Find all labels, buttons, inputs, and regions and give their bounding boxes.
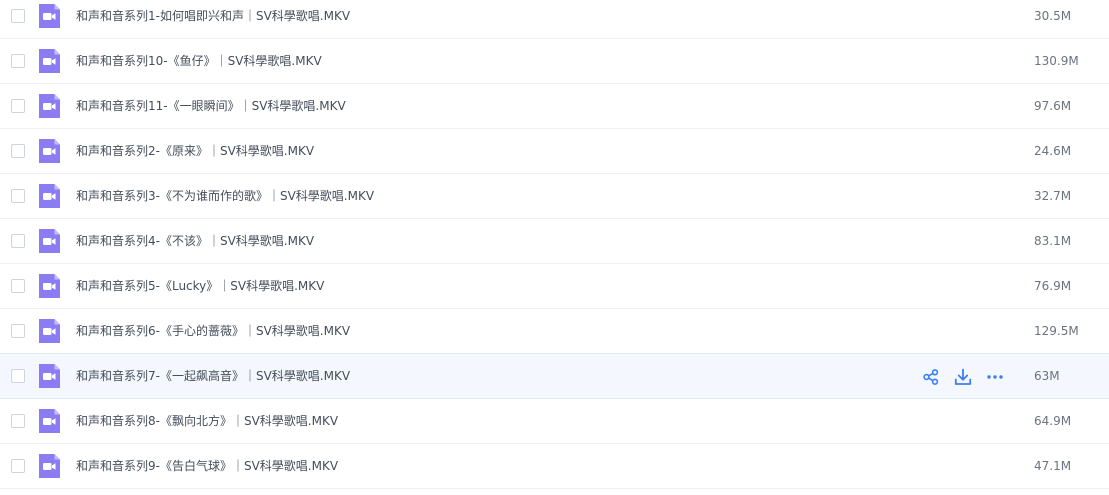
file-row[interactable]: 和声和音系列10-《鱼仔》｜SV科學歌唱.MKV 130.9M bbox=[0, 39, 1109, 84]
video-file-icon bbox=[39, 409, 60, 433]
video-file-icon bbox=[39, 184, 60, 208]
video-file-icon bbox=[39, 454, 60, 478]
row-checkbox[interactable] bbox=[11, 189, 25, 203]
file-size: 83.1M bbox=[1034, 234, 1072, 248]
file-row[interactable]: 和声和音系列1-如何唱即兴和声｜SV科學歌唱.MKV 30.5M bbox=[0, 0, 1109, 39]
file-row[interactable]: 和声和音系列6-《手心的蔷薇》｜SV科學歌唱.MKV 129.5M bbox=[0, 309, 1109, 354]
file-size: 97.6M bbox=[1034, 99, 1072, 113]
row-checkbox[interactable] bbox=[11, 99, 25, 113]
file-name[interactable]: 和声和音系列11-《一眼瞬间》｜SV科學歌唱.MKV bbox=[76, 84, 346, 128]
row-checkbox[interactable] bbox=[11, 54, 25, 68]
file-name[interactable]: 和声和音系列5-《Lucky》｜SV科學歌唱.MKV bbox=[76, 264, 324, 308]
video-file-icon bbox=[39, 49, 60, 73]
file-name[interactable]: 和声和音系列7-《一起飙高音》｜SV科學歌唱.MKV bbox=[76, 354, 350, 398]
row-checkbox[interactable] bbox=[11, 144, 25, 158]
file-row[interactable]: 和声和音系列5-《Lucky》｜SV科學歌唱.MKV 76.9M bbox=[0, 264, 1109, 309]
file-row-hovered[interactable]: 和声和音系列7-《一起飙高音》｜SV科學歌唱.MKV 63M bbox=[0, 353, 1109, 399]
row-checkbox[interactable] bbox=[11, 414, 25, 428]
file-name[interactable]: 和声和音系列9-《告白气球》｜SV科學歌唱.MKV bbox=[76, 444, 338, 488]
file-size: 76.9M bbox=[1034, 279, 1072, 293]
video-file-icon bbox=[39, 4, 60, 28]
file-name[interactable]: 和声和音系列2-《原来》｜SV科學歌唱.MKV bbox=[76, 129, 314, 173]
row-checkbox[interactable] bbox=[11, 324, 25, 338]
file-name[interactable]: 和声和音系列1-如何唱即兴和声｜SV科學歌唱.MKV bbox=[76, 0, 350, 38]
share-icon[interactable] bbox=[922, 368, 940, 386]
file-row[interactable]: 和声和音系列9-《告白气球》｜SV科學歌唱.MKV 47.1M bbox=[0, 444, 1109, 489]
file-row[interactable]: 和声和音系列8-《飘向北方》｜SV科學歌唱.MKV 64.9M bbox=[0, 399, 1109, 444]
file-row[interactable]: 和声和音系列4-《不该》｜SV科學歌唱.MKV 83.1M bbox=[0, 219, 1109, 264]
file-size: 130.9M bbox=[1034, 54, 1079, 68]
file-size: 64.9M bbox=[1034, 414, 1072, 428]
file-row[interactable]: 和声和音系列3-《不为谁而作的歌》｜SV科學歌唱.MKV 32.7M bbox=[0, 174, 1109, 219]
row-checkbox[interactable] bbox=[11, 9, 25, 23]
file-size: 24.6M bbox=[1034, 144, 1072, 158]
file-name[interactable]: 和声和音系列10-《鱼仔》｜SV科學歌唱.MKV bbox=[76, 39, 322, 83]
file-name[interactable]: 和声和音系列8-《飘向北方》｜SV科學歌唱.MKV bbox=[76, 399, 338, 443]
row-checkbox[interactable] bbox=[11, 459, 25, 473]
file-name[interactable]: 和声和音系列6-《手心的蔷薇》｜SV科學歌唱.MKV bbox=[76, 309, 350, 353]
file-name[interactable]: 和声和音系列3-《不为谁而作的歌》｜SV科學歌唱.MKV bbox=[76, 174, 374, 218]
file-size: 30.5M bbox=[1034, 9, 1072, 23]
file-size: 47.1M bbox=[1034, 459, 1072, 473]
file-row[interactable]: 和声和音系列2-《原来》｜SV科學歌唱.MKV 24.6M bbox=[0, 129, 1109, 174]
file-size: 129.5M bbox=[1034, 324, 1079, 338]
more-icon[interactable] bbox=[986, 368, 1004, 386]
video-file-icon bbox=[39, 139, 60, 163]
file-name[interactable]: 和声和音系列4-《不该》｜SV科學歌唱.MKV bbox=[76, 219, 314, 263]
video-file-icon bbox=[39, 229, 60, 253]
row-checkbox[interactable] bbox=[11, 369, 25, 383]
file-size: 32.7M bbox=[1034, 189, 1072, 203]
video-file-icon bbox=[39, 274, 60, 298]
row-actions bbox=[922, 368, 1004, 386]
file-row[interactable]: 和声和音系列11-《一眼瞬间》｜SV科學歌唱.MKV 97.6M bbox=[0, 84, 1109, 129]
video-file-icon bbox=[39, 364, 60, 388]
file-size: 63M bbox=[1034, 369, 1060, 383]
video-file-icon bbox=[39, 319, 60, 343]
row-checkbox[interactable] bbox=[11, 279, 25, 293]
row-checkbox[interactable] bbox=[11, 234, 25, 248]
file-list: 和声和音系列1-如何唱即兴和声｜SV科學歌唱.MKV 30.5M 和声和音系列1… bbox=[0, 0, 1109, 489]
video-file-icon bbox=[39, 94, 60, 118]
download-icon[interactable] bbox=[954, 368, 972, 386]
